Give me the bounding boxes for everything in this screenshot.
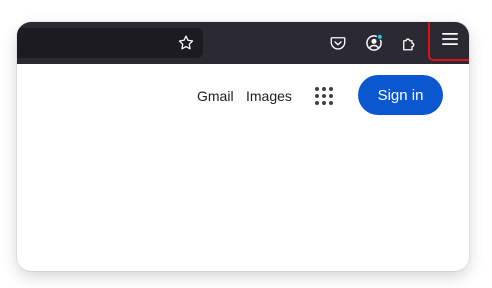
address-bar[interactable] [17, 28, 203, 58]
browser-window: Gmail Images Sign in [17, 22, 469, 271]
apps-grid-icon[interactable] [314, 86, 334, 106]
notification-dot [376, 33, 383, 40]
images-link[interactable]: Images [246, 88, 292, 104]
sign-in-button[interactable]: Sign in [358, 75, 443, 115]
hamburger-menu-icon [441, 31, 459, 47]
account-icon[interactable] [360, 29, 388, 57]
pocket-icon[interactable] [324, 29, 352, 57]
page-content: Gmail Images Sign in [17, 64, 469, 271]
gmail-link[interactable]: Gmail [197, 88, 234, 104]
browser-toolbar [17, 22, 469, 64]
puzzle-icon[interactable] [395, 29, 423, 57]
star-icon[interactable] [172, 29, 200, 57]
open-menu-button[interactable] [428, 22, 469, 61]
